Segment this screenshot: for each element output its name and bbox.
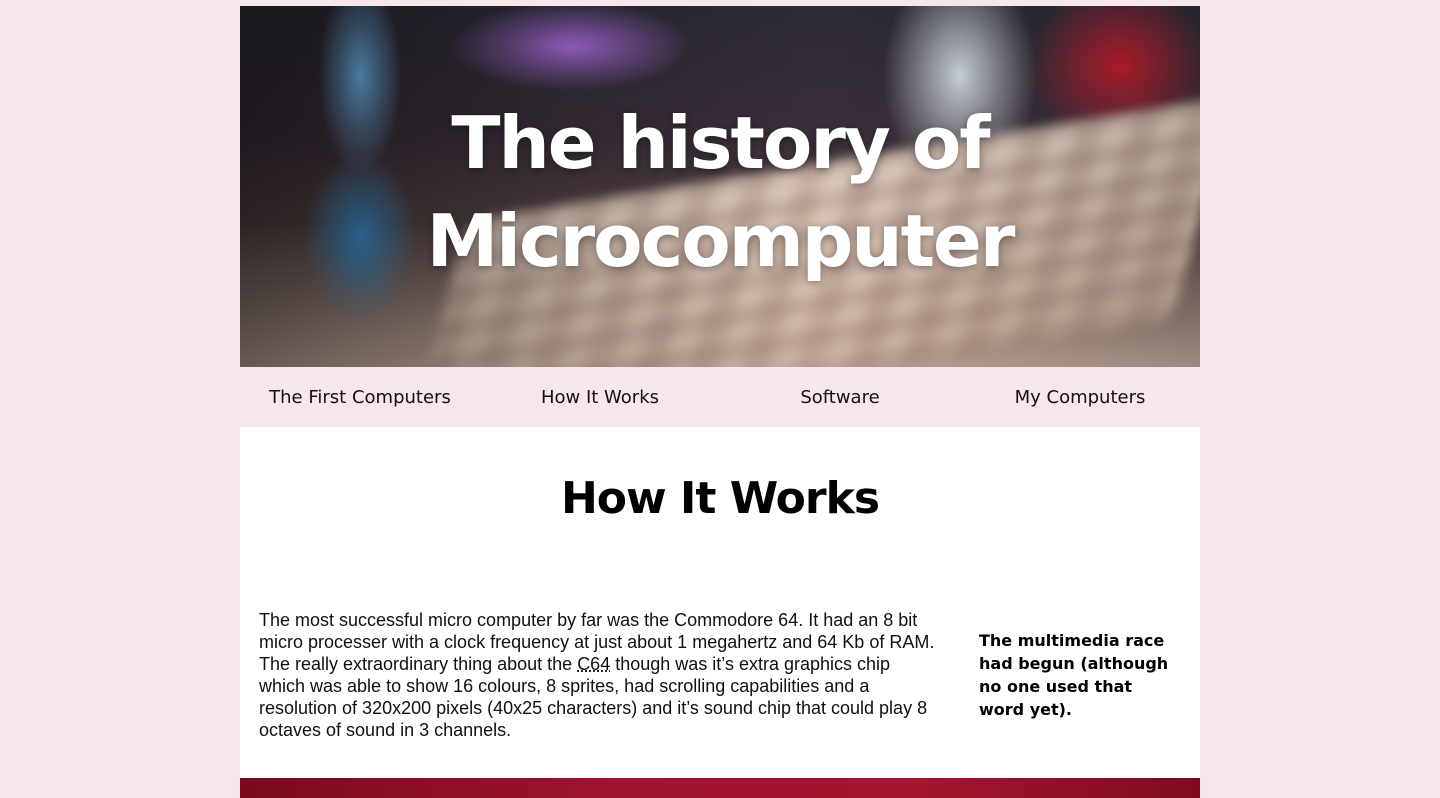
site-title-line-2: Microcomputer bbox=[426, 199, 1016, 283]
sidebar-quote: The multimedia race had begun (although … bbox=[979, 631, 1169, 719]
c64-abbreviation: C64 bbox=[577, 654, 611, 674]
article-paragraph: The most successful micro computer by fa… bbox=[259, 609, 941, 741]
section-title: How It Works bbox=[560, 473, 880, 524]
site-title-line-1: The history of bbox=[451, 101, 990, 185]
nav-item-my-computers[interactable]: My Computers bbox=[960, 367, 1200, 427]
footer-image bbox=[240, 778, 1200, 798]
nav-item-software[interactable]: Software bbox=[720, 367, 960, 427]
page-container: The history of Microcomputer The First C… bbox=[240, 6, 1200, 798]
main-content: How It Works The most successful micro c… bbox=[240, 427, 1200, 778]
site-title: The history of Microcomputer bbox=[240, 94, 1200, 290]
main-navigation: The First Computers How It Works Softwar… bbox=[240, 367, 1200, 427]
hero-banner: The history of Microcomputer bbox=[240, 6, 1200, 367]
nav-item-how-it-works[interactable]: How It Works bbox=[480, 367, 720, 427]
nav-item-the-first-computers[interactable]: The First Computers bbox=[240, 367, 480, 427]
